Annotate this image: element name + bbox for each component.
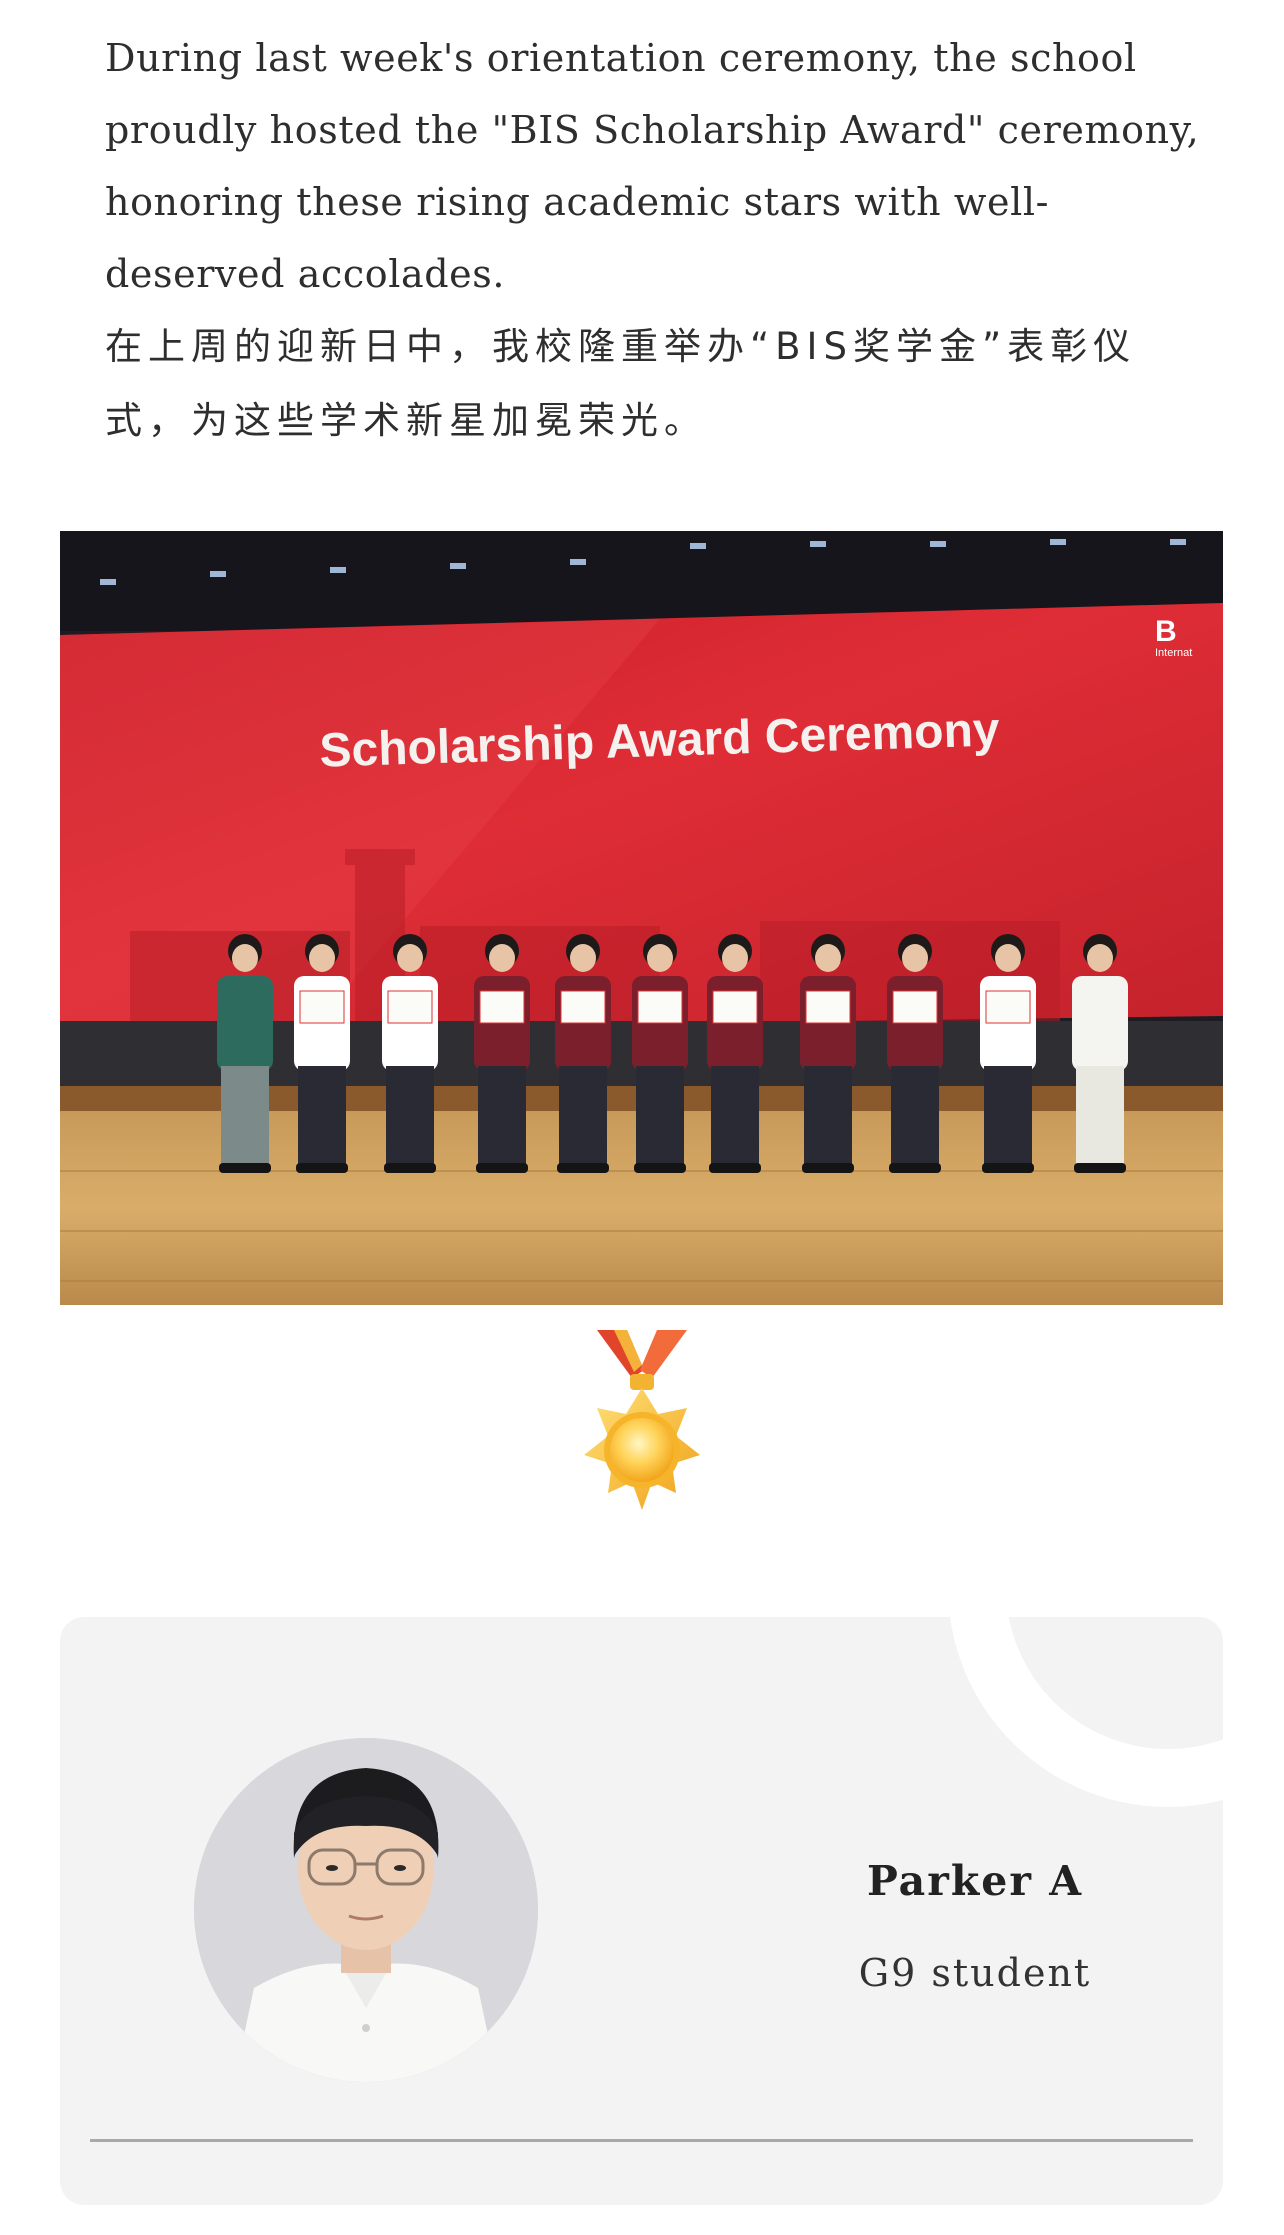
intro-paragraph-chinese: 在上周的迎新日中，我校隆重举办“BIS奖学金”表彰仪式，为这些学术新星加冕荣光。 (105, 325, 1137, 442)
screen-logo: B (1155, 615, 1177, 648)
screen-logo-sub: Internat (1155, 647, 1192, 659)
certificate (387, 990, 433, 1024)
certificate (712, 990, 758, 1024)
certificate (637, 990, 683, 1024)
intro-paragraph-english: During last week's orientation ceremony,… (105, 36, 1200, 296)
certificate (805, 990, 851, 1024)
student-name: Parker A (866, 1857, 1084, 1905)
certificate (560, 990, 606, 1024)
certificate (479, 990, 525, 1024)
student-avatar (194, 1738, 538, 2082)
certificate (892, 990, 938, 1024)
student-card: Parker A G9 student (60, 1617, 1223, 2205)
intro-text-block: During last week's orientation ceremony,… (105, 22, 1215, 458)
student-grade: G9 student (858, 1951, 1092, 1995)
certificate (985, 990, 1031, 1024)
card-divider (90, 2139, 1193, 2142)
certificate (299, 990, 345, 1024)
medal-icon (572, 1330, 712, 1535)
ceremony-photo: Scholarship Award Ceremony B Internat (60, 531, 1223, 1305)
decorative-ring (948, 1617, 1223, 1807)
